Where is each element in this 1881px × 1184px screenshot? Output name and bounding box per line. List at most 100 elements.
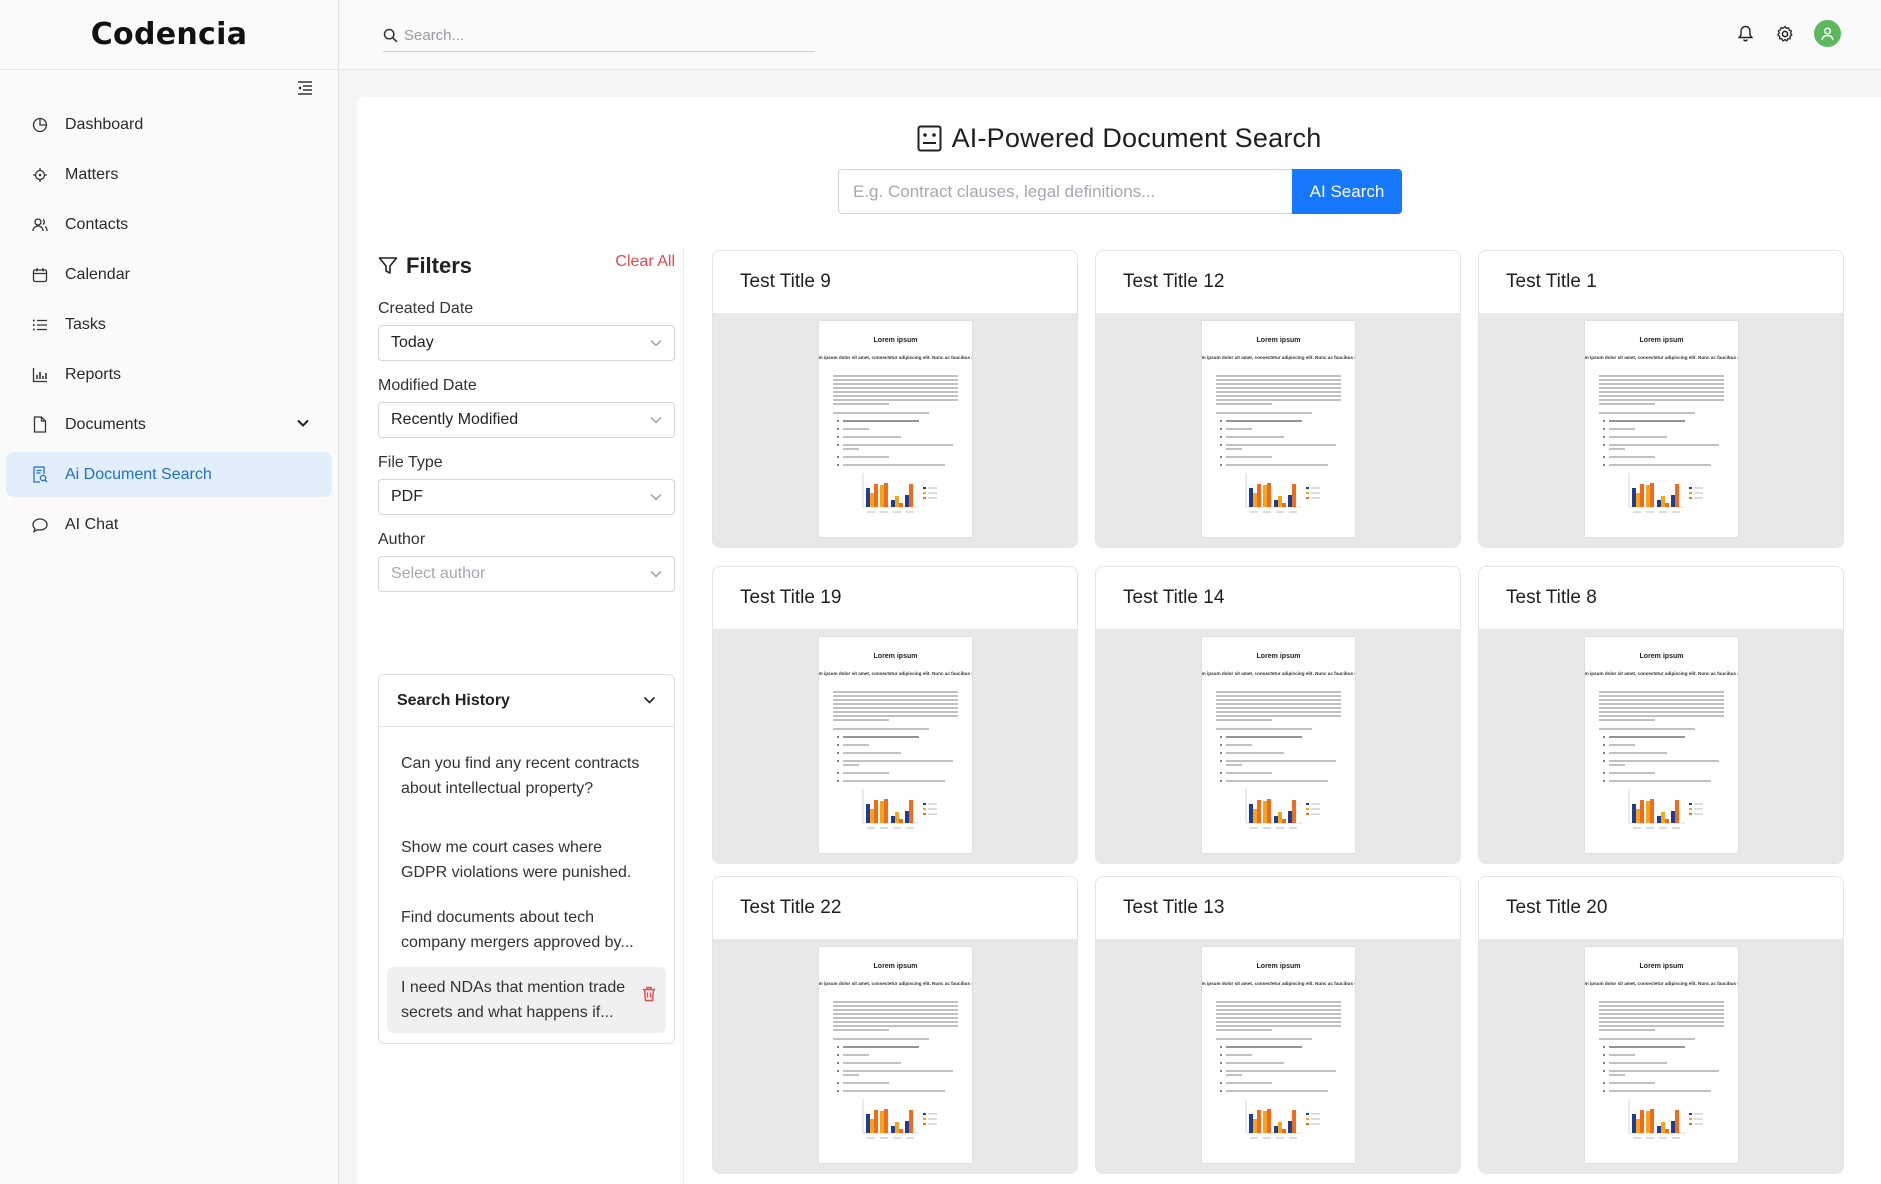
author-label: Author <box>378 531 426 548</box>
sidebar-item-label: Ai Document Search <box>65 465 212 483</box>
history-item[interactable]: Show me court cases where GDPR violation… <box>387 827 666 893</box>
document-preview: Lorem ipsum Lorem ipsum dolor sit amet, … <box>1096 313 1460 547</box>
sidebar-item-label: Matters <box>65 165 119 183</box>
filters-divider <box>683 248 684 1184</box>
history-item[interactable]: Can you find any recent contracts about … <box>387 743 666 809</box>
document-preview: Lorem ipsum Lorem ipsum dolor sit amet, … <box>1479 313 1843 547</box>
document-card[interactable]: Test Title 9 Lorem ipsum Lorem ipsum dol… <box>712 250 1078 548</box>
document-preview: Lorem ipsum Lorem ipsum dolor sit amet, … <box>1479 629 1843 863</box>
header-actions <box>1734 20 1841 47</box>
filters-title: Filters <box>378 253 472 279</box>
document-card[interactable]: Test Title 12 Lorem ipsum Lorem ipsum do… <box>1095 250 1461 548</box>
page-header: AI-Powered Document Search <box>357 123 1881 154</box>
filter-icon <box>378 257 398 274</box>
chat-icon <box>31 516 49 534</box>
sidebar-nav: Dashboard Matters Contacts Calendar Task… <box>0 102 338 552</box>
document-thumbnail: Lorem ipsum Lorem ipsum dolor sit amet, … <box>1201 321 1355 537</box>
sidebar-item-matters[interactable]: Matters <box>6 152 332 197</box>
page-title: AI-Powered Document Search <box>951 123 1322 153</box>
svg-text:Lorem ipsum dolor sit amet, co: Lorem ipsum dolor sit amet, consectetur … <box>1585 671 1738 676</box>
search-history-panel: Search History Can you find any recent c… <box>378 674 675 1044</box>
search-icon <box>383 28 398 43</box>
document-title: Test Title 22 <box>740 897 842 918</box>
chevron-down-icon <box>297 419 309 427</box>
brand-logo: Codencia <box>0 0 338 70</box>
sidebar-item-dashboard[interactable]: Dashboard <box>6 102 332 147</box>
trash-icon[interactable] <box>640 985 658 1003</box>
svg-text:Lorem ipsum dolor sit amet, co: Lorem ipsum dolor sit amet, consectetur … <box>1585 355 1738 360</box>
chevron-down-icon <box>650 571 662 578</box>
document-card[interactable]: Test Title 19 Lorem ipsum Lorem ipsum do… <box>712 566 1078 864</box>
calendar-icon <box>31 266 49 284</box>
svg-text:Lorem ipsum: Lorem ipsum <box>1256 653 1300 660</box>
user-avatar[interactable] <box>1814 20 1841 47</box>
sidebar-item-label: Calendar <box>65 265 130 283</box>
modified-date-label: Modified Date <box>378 377 477 394</box>
sidebar-item-label: AI Chat <box>65 515 119 533</box>
svg-text:Lorem ipsum: Lorem ipsum <box>873 653 917 660</box>
svg-text:Lorem ipsum: Lorem ipsum <box>873 337 917 344</box>
global-search <box>383 20 815 52</box>
svg-text:Lorem ipsum dolor sit amet, co: Lorem ipsum dolor sit amet, consectetur … <box>819 355 972 360</box>
sidebar-item-ai-document-search[interactable]: Ai Document Search <box>6 452 332 497</box>
document-title: Test Title 20 <box>1506 897 1608 918</box>
document-thumbnail: Lorem ipsum Lorem ipsum dolor sit amet, … <box>1584 321 1738 537</box>
document-thumbnail: Lorem ipsum Lorem ipsum dolor sit amet, … <box>1584 637 1738 853</box>
file-type-select[interactable]: PDF <box>378 479 675 515</box>
settings-button[interactable] <box>1774 23 1796 45</box>
svg-text:Lorem ipsum dolor sit amet, co: Lorem ipsum dolor sit amet, consectetur … <box>1202 355 1355 360</box>
users-icon <box>31 216 49 234</box>
search-history-header[interactable]: Search History <box>379 675 674 727</box>
author-select[interactable]: Select author <box>378 556 675 592</box>
ai-search-button[interactable]: AI Search <box>1292 169 1402 214</box>
filters-header: Filters Clear All <box>378 248 675 284</box>
svg-text:Lorem ipsum: Lorem ipsum <box>1639 337 1683 344</box>
search-history-title: Search History <box>397 691 510 709</box>
document-thumbnail: Lorem ipsum Lorem ipsum dolor sit amet, … <box>818 321 972 537</box>
history-item-text: I need NDAs that mention trade secrets a… <box>401 979 626 1021</box>
document-card[interactable]: Test Title 1 Lorem ipsum Lorem ipsum dol… <box>1478 250 1844 548</box>
sidebar-item-contacts[interactable]: Contacts <box>6 202 332 247</box>
svg-text:Lorem ipsum: Lorem ipsum <box>873 963 917 970</box>
sidebar-item-label: Tasks <box>65 315 106 333</box>
sidebar-item-reports[interactable]: Reports <box>6 352 332 397</box>
document-title: Test Title 8 <box>1506 587 1597 608</box>
history-item[interactable]: Find documents about tech company merger… <box>387 897 666 963</box>
document-title: Test Title 12 <box>1123 271 1225 292</box>
modified-date-select[interactable]: Recently Modified <box>378 402 675 438</box>
document-card[interactable]: Test Title 13 Lorem ipsum Lorem ipsum do… <box>1095 876 1461 1174</box>
created-date-label: Created Date <box>378 300 474 317</box>
ai-search-input[interactable] <box>838 169 1292 214</box>
gear-icon <box>1777 25 1793 42</box>
sidebar-item-label: Reports <box>65 365 122 383</box>
created-date-select[interactable]: Today <box>378 325 675 361</box>
document-thumbnail: Lorem ipsum Lorem ipsum dolor sit amet, … <box>818 947 972 1163</box>
document-card[interactable]: Test Title 14 Lorem ipsum Lorem ipsum do… <box>1095 566 1461 864</box>
document-card[interactable]: Test Title 20 Lorem ipsum Lorem ipsum do… <box>1478 876 1844 1174</box>
target-icon <box>31 166 49 184</box>
svg-text:Lorem ipsum dolor sit amet, co: Lorem ipsum dolor sit amet, consectetur … <box>1202 981 1355 986</box>
document-thumbnail: Lorem ipsum Lorem ipsum dolor sit amet, … <box>1201 637 1355 853</box>
filters-panel: Filters Clear All Created Date Today Mod… <box>378 248 675 592</box>
clear-all-link[interactable]: Clear All <box>615 253 675 271</box>
top-header <box>340 0 1881 70</box>
document-card[interactable]: Test Title 8 Lorem ipsum Lorem ipsum dol… <box>1478 566 1844 864</box>
sidebar-item-calendar[interactable]: Calendar <box>6 252 332 297</box>
document-title: Test Title 13 <box>1123 897 1225 918</box>
sidebar-item-ai-chat[interactable]: AI Chat <box>6 502 332 547</box>
document-preview: Lorem ipsum Lorem ipsum dolor sit amet, … <box>1096 939 1460 1173</box>
global-search-input[interactable] <box>404 27 804 44</box>
svg-text:Lorem ipsum: Lorem ipsum <box>1256 963 1300 970</box>
document-preview: Lorem ipsum Lorem ipsum dolor sit amet, … <box>713 939 1077 1173</box>
sidebar-item-tasks[interactable]: Tasks <box>6 302 332 347</box>
document-thumbnail: Lorem ipsum Lorem ipsum dolor sit amet, … <box>818 637 972 853</box>
document-card[interactable]: Test Title 22 Lorem ipsum Lorem ipsum do… <box>712 876 1078 1174</box>
document-thumbnail: Lorem ipsum Lorem ipsum dolor sit amet, … <box>1584 947 1738 1163</box>
sidebar-item-documents[interactable]: Documents <box>6 402 332 447</box>
notifications-button[interactable] <box>1734 23 1756 45</box>
history-item-selected[interactable]: I need NDAs that mention trade secrets a… <box>387 967 666 1033</box>
collapse-sidebar-button[interactable] <box>294 78 316 98</box>
document-title: Test Title 1 <box>1506 271 1597 292</box>
chevron-down-icon <box>650 417 662 424</box>
robot-icon <box>917 125 942 152</box>
